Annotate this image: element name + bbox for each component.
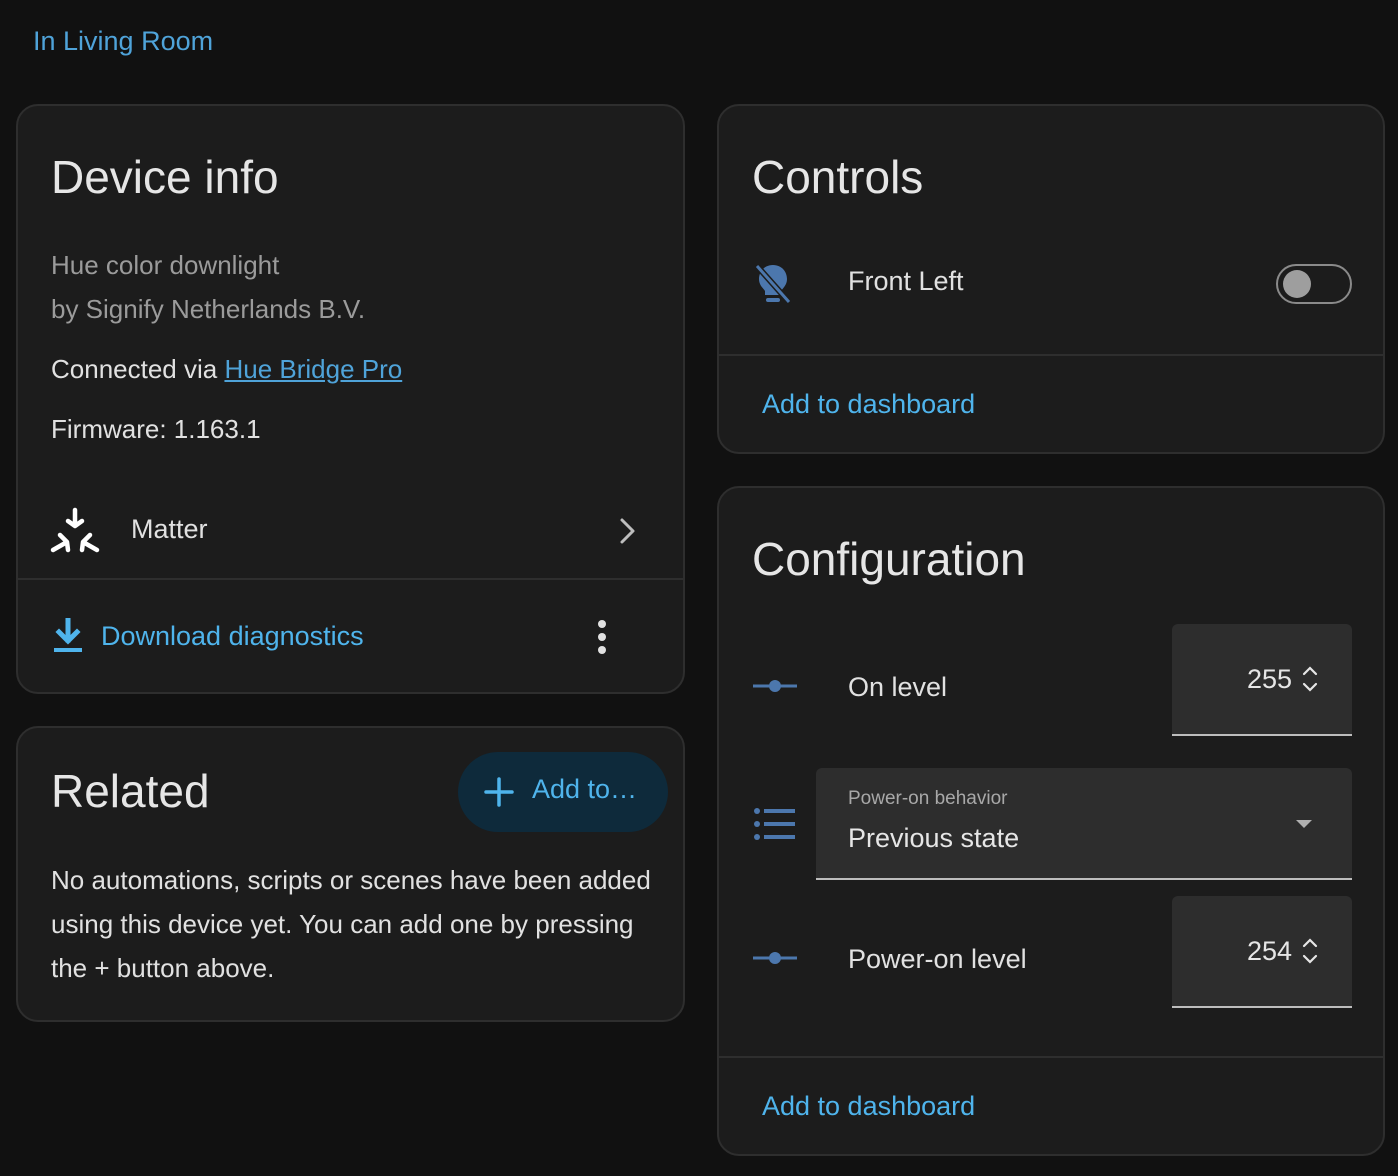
matter-icon — [50, 507, 100, 553]
related-card: Related Add to… No automations, scripts … — [16, 726, 685, 1022]
on-level-input[interactable]: 255 — [1172, 624, 1352, 736]
chevron-right-icon — [620, 518, 635, 544]
add-to-dashboard-button[interactable]: Add to dashboard — [762, 389, 975, 420]
divider — [719, 354, 1383, 356]
integration-label: Matter — [131, 514, 208, 544]
add-to-button[interactable]: Add to… — [458, 752, 668, 832]
download-diagnostics-button[interactable]: Download diagnostics — [101, 621, 364, 652]
power-on-behavior-label: Power-on behavior — [848, 788, 1008, 809]
on-level-label: On level — [848, 672, 948, 702]
related-empty-text: No automations, scripts or scenes have b… — [51, 865, 651, 983]
add-to-label: Add to… — [532, 774, 638, 804]
firmware-version: Firmware: 1.163.1 — [51, 414, 261, 444]
device-info-title: Device info — [51, 151, 279, 203]
connected-via-label: Connected via — [51, 354, 225, 384]
power-on-level-input[interactable]: 254 — [1172, 896, 1352, 1008]
add-to-dashboard-button[interactable]: Add to dashboard — [762, 1091, 975, 1122]
integration-row-matter[interactable]: Matter — [18, 504, 683, 580]
area-link[interactable]: In Living Room — [33, 26, 213, 57]
spin-buttons-icon[interactable] — [1300, 936, 1320, 966]
configuration-card: Configuration On level 255 Power-on beha… — [717, 486, 1385, 1156]
on-level-value: 255 — [1246, 664, 1292, 694]
device-info-card: Device info Hue color downlight by Signi… — [16, 104, 685, 694]
hub-link[interactable]: Hue Bridge Pro — [224, 354, 402, 384]
dropdown-arrow-icon — [1296, 820, 1312, 828]
power-on-level-value: 254 — [1246, 936, 1292, 966]
entity-label-front-left[interactable]: Front Left — [848, 266, 964, 297]
download-icon[interactable] — [52, 618, 84, 654]
plus-icon — [484, 777, 514, 807]
power-on-level-label: Power-on level — [848, 944, 1027, 974]
controls-title: Controls — [752, 151, 924, 203]
controls-card: Controls Front Left Add to dashboard — [717, 104, 1385, 454]
related-title: Related — [51, 765, 210, 817]
more-options-icon[interactable] — [594, 618, 610, 658]
front-left-toggle[interactable] — [1276, 264, 1352, 304]
device-manufacturer: by Signify Netherlands B.V. — [51, 294, 366, 324]
device-model: Hue color downlight — [51, 250, 280, 280]
list-icon — [754, 808, 795, 840]
spin-buttons-icon[interactable] — [1300, 664, 1320, 694]
connected-via: Connected via Hue Bridge Pro — [51, 354, 402, 385]
divider — [719, 1056, 1383, 1058]
slider-icon — [753, 952, 797, 964]
configuration-title: Configuration — [752, 533, 1026, 585]
toggle-knob — [1283, 270, 1311, 298]
lightbulb-off-icon[interactable] — [753, 262, 793, 306]
divider — [18, 578, 683, 580]
slider-icon — [753, 680, 797, 692]
power-on-behavior-value: Previous state — [848, 823, 1020, 853]
power-on-behavior-select[interactable]: Power-on behavior Previous state — [816, 768, 1352, 880]
